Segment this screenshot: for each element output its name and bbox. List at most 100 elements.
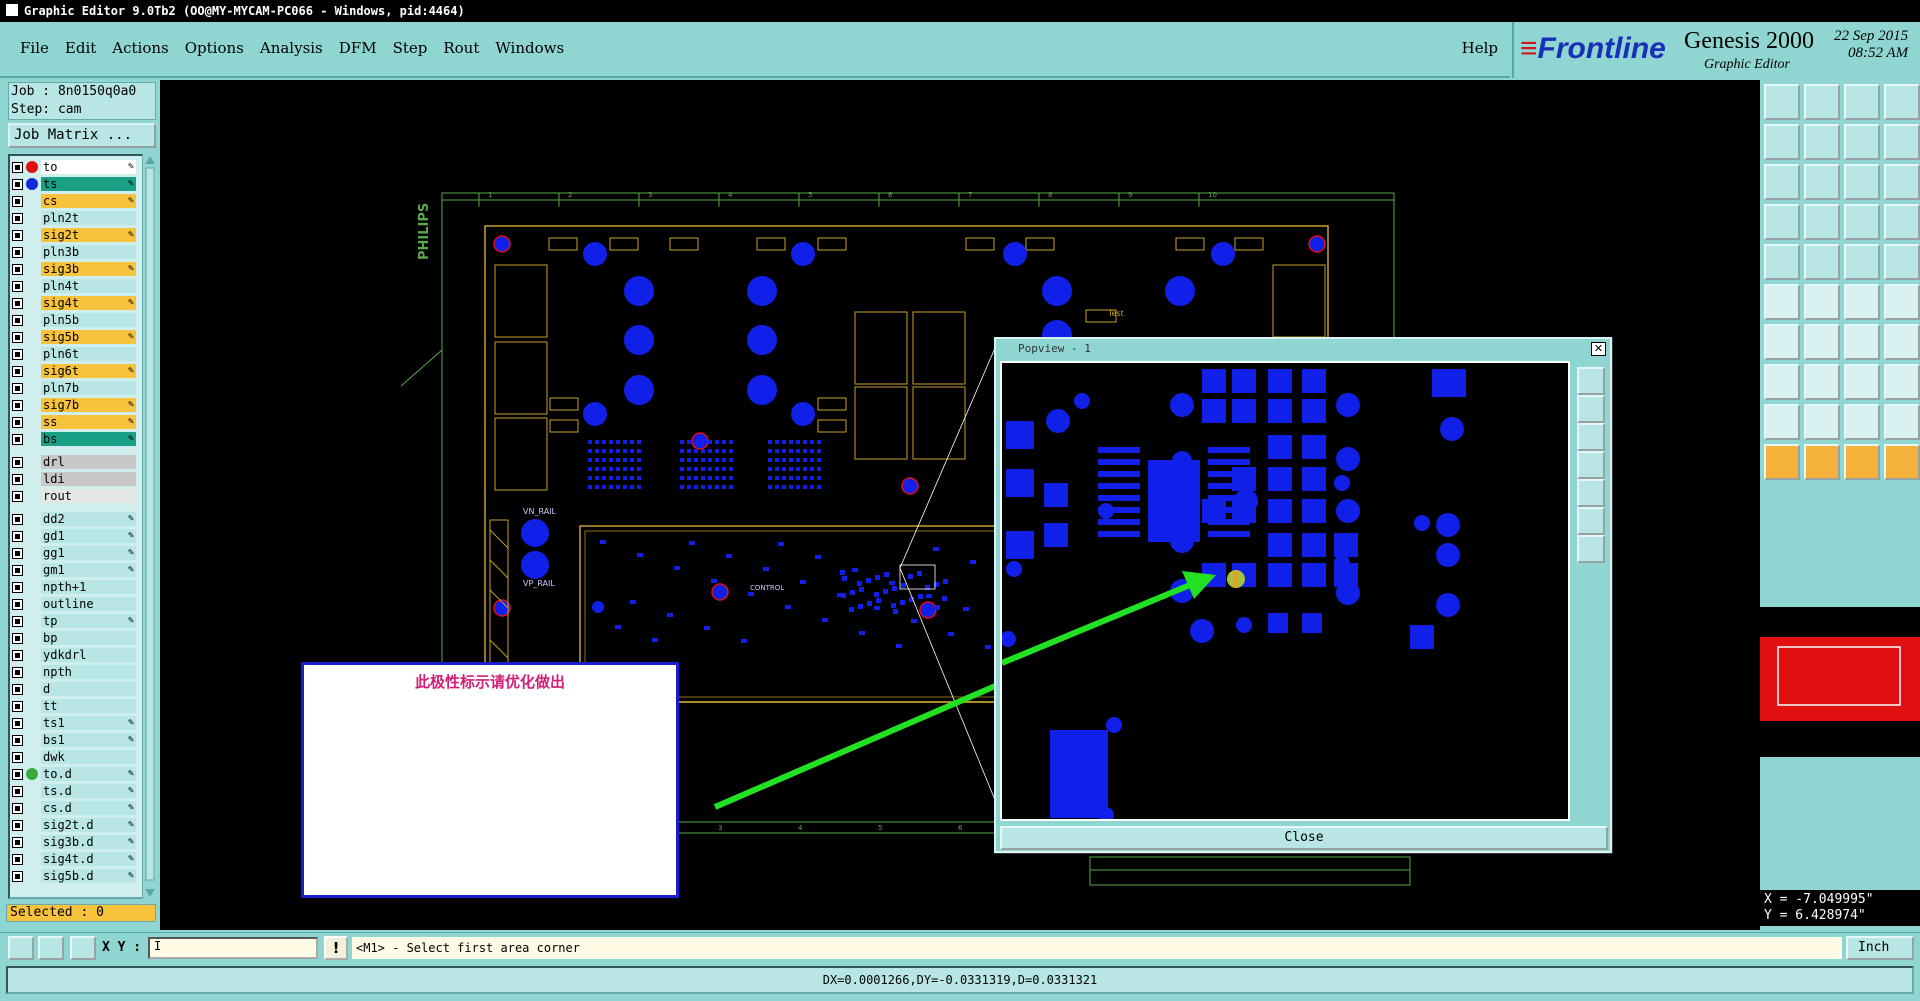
layer-name[interactable]: tt [41, 699, 136, 713]
layer-color-dot[interactable] [26, 717, 38, 729]
tool-button-icon[interactable] [1884, 444, 1920, 480]
tool-button-icon[interactable] [1844, 124, 1880, 160]
layer-name[interactable]: bp [41, 631, 136, 645]
layer-checkbox[interactable] [12, 751, 23, 763]
layer-name[interactable]: dwk [41, 750, 136, 764]
layer-name[interactable]: sig3b ✎ [41, 262, 136, 276]
layer-color-dot[interactable] [26, 280, 38, 292]
layer-row-sig7b[interactable]: sig7b ✎ [12, 398, 136, 412]
tool-button-icon[interactable] [1804, 244, 1840, 280]
menu-analysis[interactable]: Analysis [252, 39, 331, 57]
layer-color-dot[interactable] [26, 734, 38, 746]
layer-color-dot[interactable] [26, 314, 38, 326]
layer-color-dot[interactable] [26, 768, 38, 780]
popview-tool-icon[interactable] [1577, 507, 1605, 535]
layer-checkbox[interactable] [12, 280, 23, 292]
layer-name[interactable]: sig5b.d ✎ [41, 869, 136, 883]
layer-checkbox[interactable] [12, 700, 23, 712]
layer-checkbox[interactable] [12, 473, 23, 485]
tool-button-icon[interactable] [1804, 124, 1840, 160]
popview-tool-icon[interactable] [1577, 451, 1605, 479]
layer-row-npth[interactable]: npth [12, 665, 136, 679]
tool-button-icon[interactable] [1884, 84, 1920, 120]
layer-name[interactable]: drl [41, 455, 136, 469]
snap-icon[interactable] [8, 936, 34, 960]
layer-row-dwk[interactable]: dwk [12, 750, 136, 764]
layer-row-ss[interactable]: ss ✎ [12, 415, 136, 429]
layer-checkbox[interactable] [12, 870, 23, 882]
layer-checkbox[interactable] [12, 836, 23, 848]
layer-row-sig4t-d[interactable]: sig4t.d ✎ [12, 852, 136, 866]
tool-button-icon[interactable] [1884, 364, 1920, 400]
tool-button-icon[interactable] [1884, 284, 1920, 320]
tool-button-icon[interactable] [1844, 284, 1880, 320]
layer-name[interactable]: sig6t ✎ [41, 364, 136, 378]
layer-checkbox[interactable] [12, 297, 23, 309]
layer-row-ts[interactable]: ts ✎ [12, 177, 136, 191]
layer-color-dot[interactable] [26, 836, 38, 848]
layer-row-tt[interactable]: tt [12, 699, 136, 713]
layer-checkbox[interactable] [12, 490, 23, 502]
layer-checkbox[interactable] [12, 513, 23, 525]
layer-color-dot[interactable] [26, 785, 38, 797]
layer-color-dot[interactable] [26, 365, 38, 377]
layer-color-dot[interactable] [26, 581, 38, 593]
layer-name[interactable]: cs ✎ [41, 194, 136, 208]
tool-button-icon[interactable] [1844, 404, 1880, 440]
layer-color-dot[interactable] [26, 666, 38, 678]
layer-color-dot[interactable] [26, 547, 38, 559]
tool-button-icon[interactable] [1764, 244, 1800, 280]
tool-button-icon[interactable] [1804, 364, 1840, 400]
menu-edit[interactable]: Edit [57, 39, 104, 57]
tool-button-icon[interactable] [1884, 404, 1920, 440]
layer-row-sig4t[interactable]: sig4t ✎ [12, 296, 136, 310]
layer-color-dot[interactable] [26, 416, 38, 428]
tool-button-icon[interactable] [1844, 84, 1880, 120]
layer-checkbox[interactable] [12, 615, 23, 627]
xy-input[interactable]: I [148, 937, 318, 959]
layer-row-sig3b[interactable]: sig3b ✎ [12, 262, 136, 276]
layer-row-bp[interactable]: bp [12, 631, 136, 645]
tool-button-icon[interactable] [1804, 204, 1840, 240]
layer-row-npth-1[interactable]: npth+1 [12, 580, 136, 594]
layer-name[interactable]: to ✎ [41, 160, 136, 174]
layer-row-tp[interactable]: tp ✎ [12, 614, 136, 628]
layer-checkbox[interactable] [12, 382, 23, 394]
layer-color-dot[interactable] [26, 212, 38, 224]
layer-name[interactable]: pln2t [41, 211, 136, 225]
job-matrix-button[interactable]: Job Matrix ... [8, 123, 156, 148]
layer-name[interactable]: npth [41, 665, 136, 679]
layer-color-dot[interactable] [26, 297, 38, 309]
layer-color-dot[interactable] [26, 456, 38, 468]
layer-name[interactable]: pln3b [41, 245, 136, 259]
layer-color-dot[interactable] [26, 853, 38, 865]
popview-close-button[interactable]: Close [1000, 826, 1608, 850]
layer-checkbox[interactable] [12, 263, 23, 275]
layer-name[interactable]: outline [41, 597, 136, 611]
layer-row-drl[interactable]: drl [12, 455, 136, 469]
layer-checkbox[interactable] [12, 581, 23, 593]
layer-color-dot[interactable] [26, 246, 38, 258]
menu-step[interactable]: Step [385, 39, 436, 57]
layer-checkbox[interactable] [12, 649, 23, 661]
layer-name[interactable]: sig2t.d ✎ [41, 818, 136, 832]
measure-icon[interactable] [38, 936, 64, 960]
layer-checkbox[interactable] [12, 734, 23, 746]
popview-close-icon[interactable]: ✕ [1591, 342, 1606, 356]
layer-row-outline[interactable]: outline [12, 597, 136, 611]
tool-button-icon[interactable] [1804, 444, 1840, 480]
menu-help[interactable]: Help [1462, 39, 1498, 57]
layer-color-dot[interactable] [26, 564, 38, 576]
layer-row-to-d[interactable]: to.d ✎ [12, 767, 136, 781]
units-button[interactable]: Inch [1846, 936, 1914, 960]
layer-checkbox[interactable] [12, 530, 23, 542]
layer-checkbox[interactable] [12, 331, 23, 343]
layer-checkbox[interactable] [12, 547, 23, 559]
layer-name[interactable]: ts.d ✎ [41, 784, 136, 798]
layer-row-cs[interactable]: cs ✎ [12, 194, 136, 208]
layer-name[interactable]: sig4t.d ✎ [41, 852, 136, 866]
layer-row-cs-d[interactable]: cs.d ✎ [12, 801, 136, 815]
layer-row-ydkdrl[interactable]: ydkdrl [12, 648, 136, 662]
menu-rout[interactable]: Rout [435, 39, 487, 57]
layer-checkbox[interactable] [12, 178, 23, 190]
